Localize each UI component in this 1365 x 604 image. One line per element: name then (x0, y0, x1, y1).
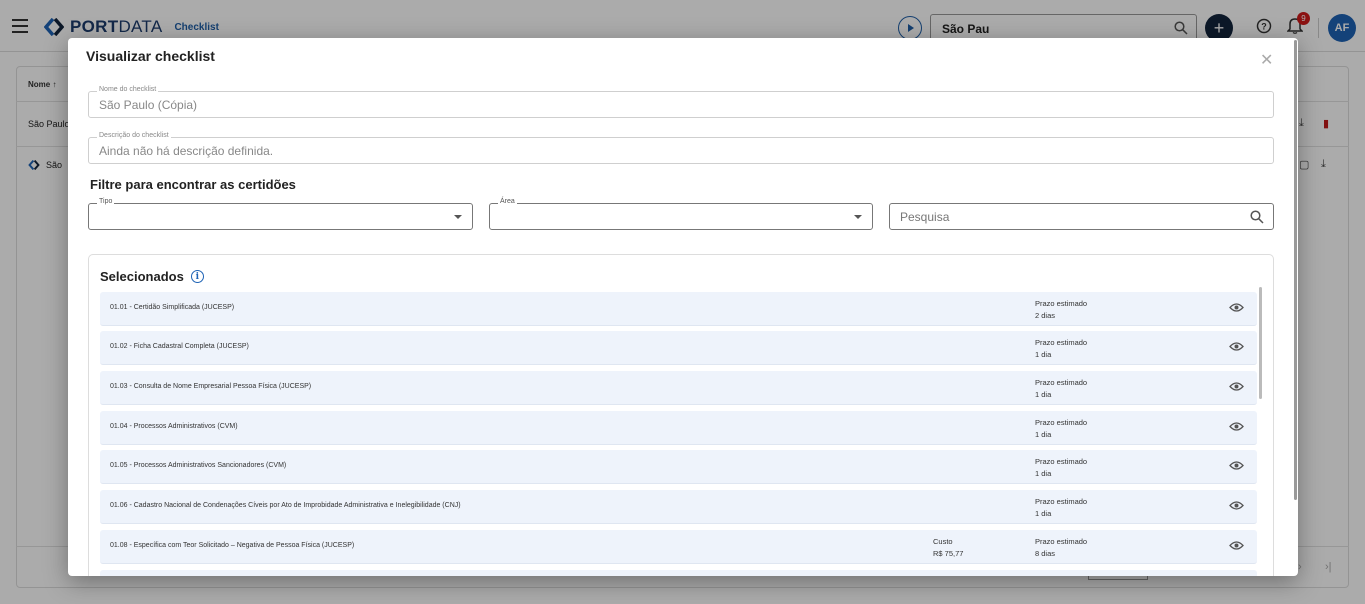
checklist-name-field[interactable]: Nome do checklist São Paulo (Cópia) (88, 86, 1274, 118)
item-name: 01.08 - Específica com Teor Solicitado –… (110, 542, 355, 549)
chevron-down-icon (454, 215, 462, 219)
scrollbar[interactable] (1259, 287, 1262, 399)
eye-icon[interactable] (1229, 540, 1244, 551)
certidoes-search-input[interactable]: Pesquisa (889, 203, 1274, 230)
item-name: 01.04 - Processos Administrativos (CVM) (110, 423, 238, 430)
eye-icon[interactable] (1229, 500, 1244, 511)
item-deadline: Prazo estimado 1 dia (1035, 378, 1088, 399)
field-value: Ainda não há descrição definida. (99, 144, 274, 158)
dialog-title: Visualizar checklist (86, 48, 215, 64)
field-label: Tipo (97, 198, 115, 205)
selected-heading-label: Selecionados (100, 269, 184, 284)
eye-icon[interactable] (1229, 302, 1244, 313)
view-checklist-dialog: Visualizar checklist ✕ Nome do checklist… (68, 38, 1298, 576)
info-icon[interactable]: i (190, 270, 204, 283)
tipo-select[interactable]: Tipo (88, 198, 473, 230)
filter-heading: Filtre para encontrar as certidões (90, 177, 296, 192)
item-deadline: Prazo estimado 8 dias (1035, 537, 1088, 558)
list-item[interactable]: 01.02 - Ficha Cadastral Completa (JUCESP… (100, 331, 1257, 365)
search-icon[interactable] (1250, 210, 1264, 224)
list-item[interactable]: 01.05 - Processos Administrativos Sancio… (100, 450, 1257, 484)
list-item[interactable] (100, 570, 1257, 576)
field-label: Nome do checklist (97, 86, 159, 93)
item-deadline: Prazo estimado 1 dia (1035, 497, 1088, 518)
field-label: Área (498, 198, 517, 205)
item-deadline: Prazo estimado 1 dia (1035, 457, 1088, 478)
search-placeholder: Pesquisa (900, 210, 950, 224)
eye-icon[interactable] (1229, 341, 1244, 352)
eye-icon[interactable] (1229, 460, 1244, 471)
dialog-scrollbar[interactable] (1294, 40, 1297, 500)
eye-icon[interactable] (1229, 421, 1244, 432)
selected-heading: Selecionados i (100, 269, 204, 284)
checklist-description-field[interactable]: Descrição do checklist Ainda não há desc… (88, 132, 1274, 164)
item-deadline: Prazo estimado 1 dia (1035, 338, 1088, 359)
list-item[interactable]: 01.01 - Certidão Simplificada (JUCESP) P… (100, 292, 1257, 326)
list-item[interactable]: 01.06 - Cadastro Nacional de Condenações… (100, 490, 1257, 524)
list-item[interactable]: 01.03 - Consulta de Nome Empresarial Pes… (100, 371, 1257, 405)
item-name: 01.03 - Consulta de Nome Empresarial Pes… (110, 383, 312, 390)
list-item[interactable]: 01.04 - Processos Administrativos (CVM) … (100, 411, 1257, 445)
close-icon[interactable]: ✕ (1260, 50, 1273, 70)
item-name: 01.01 - Certidão Simplificada (JUCESP) (110, 304, 235, 311)
eye-icon[interactable] (1229, 381, 1244, 392)
field-value: São Paulo (Cópia) (99, 98, 198, 112)
item-cost: Custo R$ 75,77 (933, 537, 964, 558)
selected-panel: Selecionados i 01.01 - Certidão Simplifi… (88, 254, 1274, 576)
list-item[interactable]: 01.08 - Específica com Teor Solicitado –… (100, 530, 1257, 564)
area-select[interactable]: Área (489, 198, 873, 230)
field-label: Descrição do checklist (97, 132, 171, 139)
item-name: 01.05 - Processos Administrativos Sancio… (110, 462, 287, 469)
item-name: 01.06 - Cadastro Nacional de Condenações… (110, 502, 461, 509)
item-deadline: Prazo estimado 1 dia (1035, 418, 1088, 439)
chevron-down-icon (854, 215, 862, 219)
item-name: 01.02 - Ficha Cadastral Completa (JUCESP… (110, 343, 249, 350)
item-deadline: Prazo estimado 2 dias (1035, 299, 1088, 320)
